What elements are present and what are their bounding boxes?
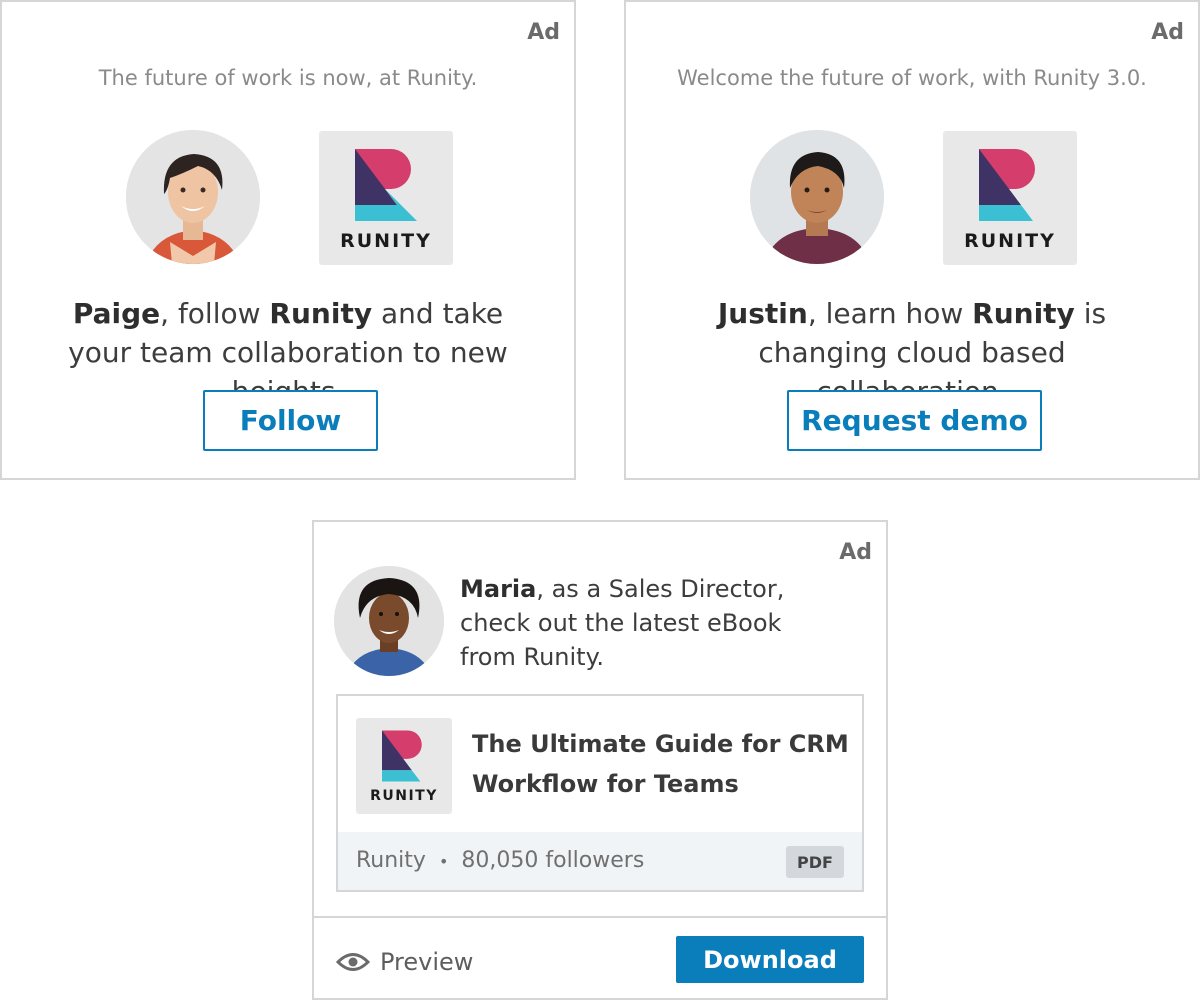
download-button[interactable]: Download [676, 936, 864, 983]
card-divider [314, 916, 886, 918]
ad-label: Ad [527, 20, 560, 45]
dot-separator: • [438, 852, 449, 871]
request-demo-button[interactable]: Request demo [787, 390, 1042, 451]
member-avatar [334, 566, 444, 676]
woman-portrait-icon [126, 130, 260, 264]
logo-wordmark: RUNITY [964, 230, 1056, 252]
member-avatar [126, 130, 260, 264]
message-text: check out the latest eBook [460, 609, 782, 637]
document-footer: Runity • 80,050 followers PDF [338, 832, 862, 890]
preview-label: Preview [380, 948, 474, 976]
message-text: , follow [160, 297, 270, 330]
document-title: The Ultimate Guide for CRM Workflow for … [472, 730, 849, 798]
follow-button[interactable]: Follow [203, 390, 378, 451]
ad-card-follow: Ad The future of work is now, at Runity.… [0, 0, 576, 480]
member-avatar [750, 130, 884, 264]
file-type-badge: PDF [786, 846, 844, 878]
runity-logo-icon [979, 149, 1035, 221]
member-name: Justin [717, 297, 808, 330]
message-text: , learn how [807, 297, 973, 330]
man-portrait-icon [750, 130, 884, 264]
follower-count: 80,050 followers [461, 848, 645, 873]
company-logo: RUNITY [356, 718, 452, 814]
ad-tagline: The future of work is now, at Runity. [98, 66, 478, 90]
member-name: Paige [72, 297, 161, 330]
logo-wordmark: RUNITY [340, 230, 432, 252]
company-logo: RUNITY [943, 131, 1077, 265]
logo-wordmark: RUNITY [370, 788, 438, 804]
ad-card-request-demo: Ad Welcome the future of work, with Runi… [624, 0, 1200, 480]
eye-icon [336, 953, 370, 971]
ad-label: Ad [1151, 20, 1184, 45]
brand-name: Runity [972, 297, 1075, 330]
member-name: Maria [460, 575, 537, 603]
ad-label: Ad [839, 540, 872, 565]
runity-logo-icon [382, 730, 422, 782]
runity-logo-icon [355, 149, 417, 221]
woman-portrait-icon [334, 566, 444, 676]
message-text: from Runity. [460, 643, 604, 671]
company-meta: Runity • 80,050 followers [356, 848, 644, 873]
message-text: , as a Sales Director, [536, 575, 785, 603]
ad-card-ebook: Ad Maria, as a Sales Director, check out… [312, 520, 888, 1000]
company-logo: RUNITY [319, 131, 453, 265]
company-name: Runity [356, 848, 426, 873]
document-preview-card[interactable]: RUNITY The Ultimate Guide for CRM Workfl… [336, 694, 864, 892]
ad-message: Maria, as a Sales Director, check out th… [460, 572, 784, 674]
preview-button[interactable]: Preview [336, 940, 473, 984]
ad-tagline: Welcome the future of work, with Runity … [677, 66, 1147, 90]
brand-name: Runity [269, 297, 373, 330]
